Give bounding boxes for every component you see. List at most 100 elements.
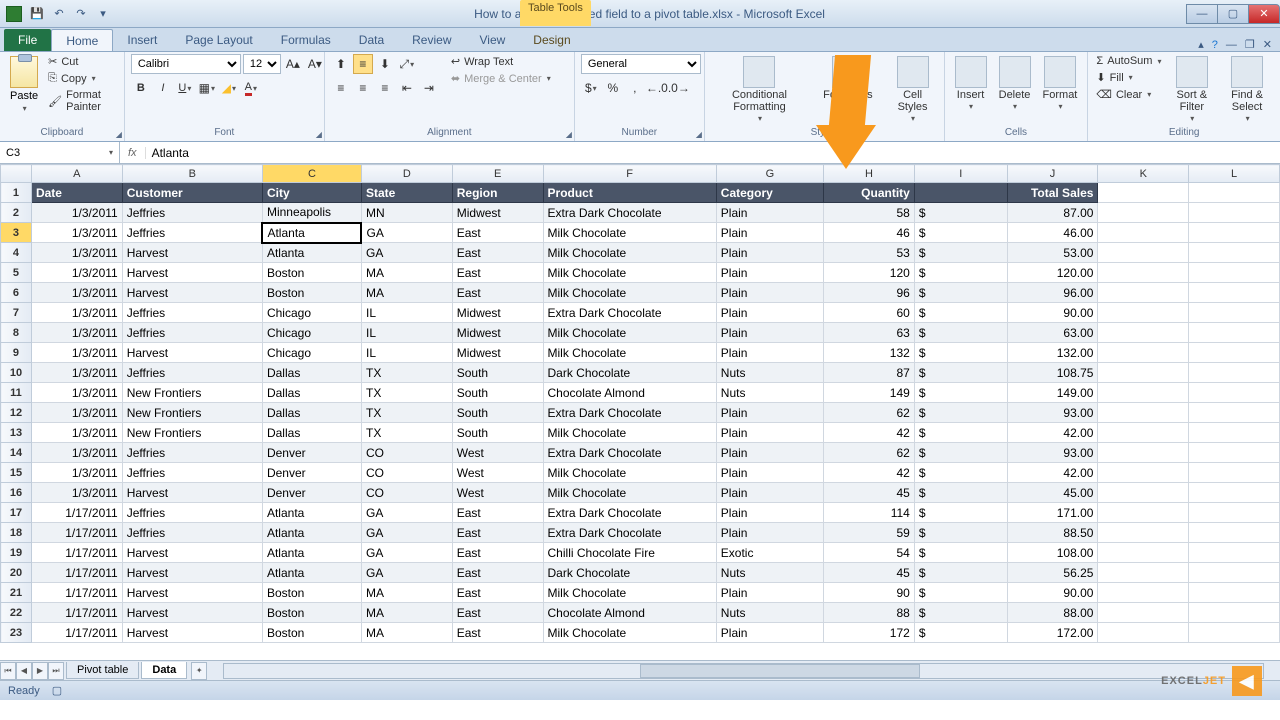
row-header-16[interactable]: 16 [1,483,32,503]
empty-cell[interactable] [1189,523,1280,543]
data-cell[interactable]: 1/3/2011 [31,203,122,223]
data-cell[interactable]: MA [361,263,452,283]
sheet-tab-data[interactable]: Data [141,662,187,679]
data-cell[interactable]: Plain [716,623,823,643]
data-cell[interactable]: 1/17/2011 [31,563,122,583]
data-cell[interactable]: 1/3/2011 [31,403,122,423]
data-cell[interactable]: 42.00 [1007,463,1098,483]
data-cell[interactable]: Dallas [262,383,361,403]
data-cell[interactable]: West [452,463,543,483]
data-cell[interactable]: 1/3/2011 [31,483,122,503]
data-cell[interactable]: TX [361,383,452,403]
empty-cell[interactable] [1189,303,1280,323]
data-cell[interactable]: Harvest [122,263,262,283]
data-cell[interactable]: 63 [824,323,915,343]
font-name-select[interactable]: Calibri [131,54,241,74]
data-cell[interactable]: 53 [824,243,915,263]
insert-tab[interactable]: Insert [113,29,171,51]
qat-dropdown-icon[interactable]: ▾ [94,5,112,23]
data-cell[interactable]: Jeffries [122,463,262,483]
formula-input[interactable]: Atlanta [146,142,1280,163]
empty-cell[interactable] [1098,583,1189,603]
table-header-cell[interactable]: Customer [122,183,262,203]
data-cell[interactable]: East [452,603,543,623]
table-header-cell[interactable]: Category [716,183,823,203]
table-header-cell[interactable]: Product [543,183,716,203]
data-cell[interactable]: 120 [824,263,915,283]
data-cell[interactable]: South [452,383,543,403]
border-button[interactable]: ▦▾ [197,78,217,98]
data-cell[interactable]: Jeffries [122,503,262,523]
minimize-ribbon-icon[interactable]: ▴ [1198,38,1204,51]
data-cell[interactable]: $ [914,403,1007,423]
empty-cell[interactable] [1189,243,1280,263]
percent-icon[interactable]: % [603,78,623,98]
data-cell[interactable]: Milk Chocolate [543,483,716,503]
data-cell[interactable]: 96.00 [1007,283,1098,303]
data-cell[interactable]: Plain [716,243,823,263]
horizontal-scrollbar[interactable] [223,663,1264,679]
data-cell[interactable]: CO [361,443,452,463]
data-cell[interactable]: East [452,243,543,263]
data-cell[interactable]: GA [361,523,452,543]
empty-cell[interactable] [1098,563,1189,583]
empty-cell[interactable] [1098,483,1189,503]
data-cell[interactable]: 63.00 [1007,323,1098,343]
data-cell[interactable]: 87 [824,363,915,383]
empty-cell[interactable] [1189,223,1280,243]
data-cell[interactable]: New Frontiers [122,403,262,423]
col-header-K[interactable]: K [1098,165,1189,183]
data-cell[interactable]: Dark Chocolate [543,363,716,383]
empty-cell[interactable] [1098,223,1189,243]
data-cell[interactable]: 1/17/2011 [31,603,122,623]
row-header-2[interactable]: 2 [1,203,32,223]
data-cell[interactable]: 1/3/2011 [31,303,122,323]
data-cell[interactable]: Denver [262,463,361,483]
data-cell[interactable]: CO [361,483,452,503]
data-cell[interactable]: West [452,483,543,503]
data-cell[interactable]: 1/3/2011 [31,443,122,463]
data-cell[interactable]: Chocolate Almond [543,383,716,403]
empty-cell[interactable] [1098,363,1189,383]
data-cell[interactable]: 90 [824,583,915,603]
data-cell[interactable]: $ [914,223,1007,243]
empty-cell[interactable] [1098,243,1189,263]
row-header-4[interactable]: 4 [1,243,32,263]
data-cell[interactable]: South [452,363,543,383]
mdi-minimize-icon[interactable]: ― [1226,39,1237,51]
data-cell[interactable]: Harvest [122,623,262,643]
data-cell[interactable]: 46.00 [1007,223,1098,243]
help-icon[interactable]: ? [1212,39,1218,51]
data-cell[interactable]: 62 [824,443,915,463]
empty-cell[interactable] [1098,303,1189,323]
row-header-19[interactable]: 19 [1,543,32,563]
data-cell[interactable]: 42.00 [1007,423,1098,443]
data-cell[interactable]: Chicago [262,323,361,343]
data-cell[interactable]: Plain [716,523,823,543]
col-header-J[interactable]: J [1007,165,1098,183]
empty-cell[interactable] [1189,283,1280,303]
data-cell[interactable]: Boston [262,603,361,623]
fill-color-button[interactable]: ◢▾ [219,78,239,98]
data-cell[interactable]: GA [361,563,452,583]
table-header-cell[interactable]: Date [31,183,122,203]
data-cell[interactable]: 93.00 [1007,443,1098,463]
data-cell[interactable]: Jeffries [122,323,262,343]
data-cell[interactable]: Plain [716,203,823,223]
row-header-22[interactable]: 22 [1,603,32,623]
select-all-cell[interactable] [1,165,32,183]
data-cell[interactable]: GA [361,503,452,523]
empty-cell[interactable] [1098,623,1189,643]
empty-cell[interactable] [1098,503,1189,523]
row-header-5[interactable]: 5 [1,263,32,283]
mdi-restore-icon[interactable]: ❐ [1245,38,1255,51]
data-cell[interactable]: 1/17/2011 [31,583,122,603]
data-cell[interactable]: 90.00 [1007,583,1098,603]
data-cell[interactable]: Milk Chocolate [543,323,716,343]
data-cell[interactable]: Plain [716,463,823,483]
data-cell[interactable]: Plain [716,323,823,343]
data-cell[interactable]: $ [914,603,1007,623]
data-cell[interactable]: 1/3/2011 [31,263,122,283]
row-header-12[interactable]: 12 [1,403,32,423]
data-cell[interactable]: Plain [716,263,823,283]
